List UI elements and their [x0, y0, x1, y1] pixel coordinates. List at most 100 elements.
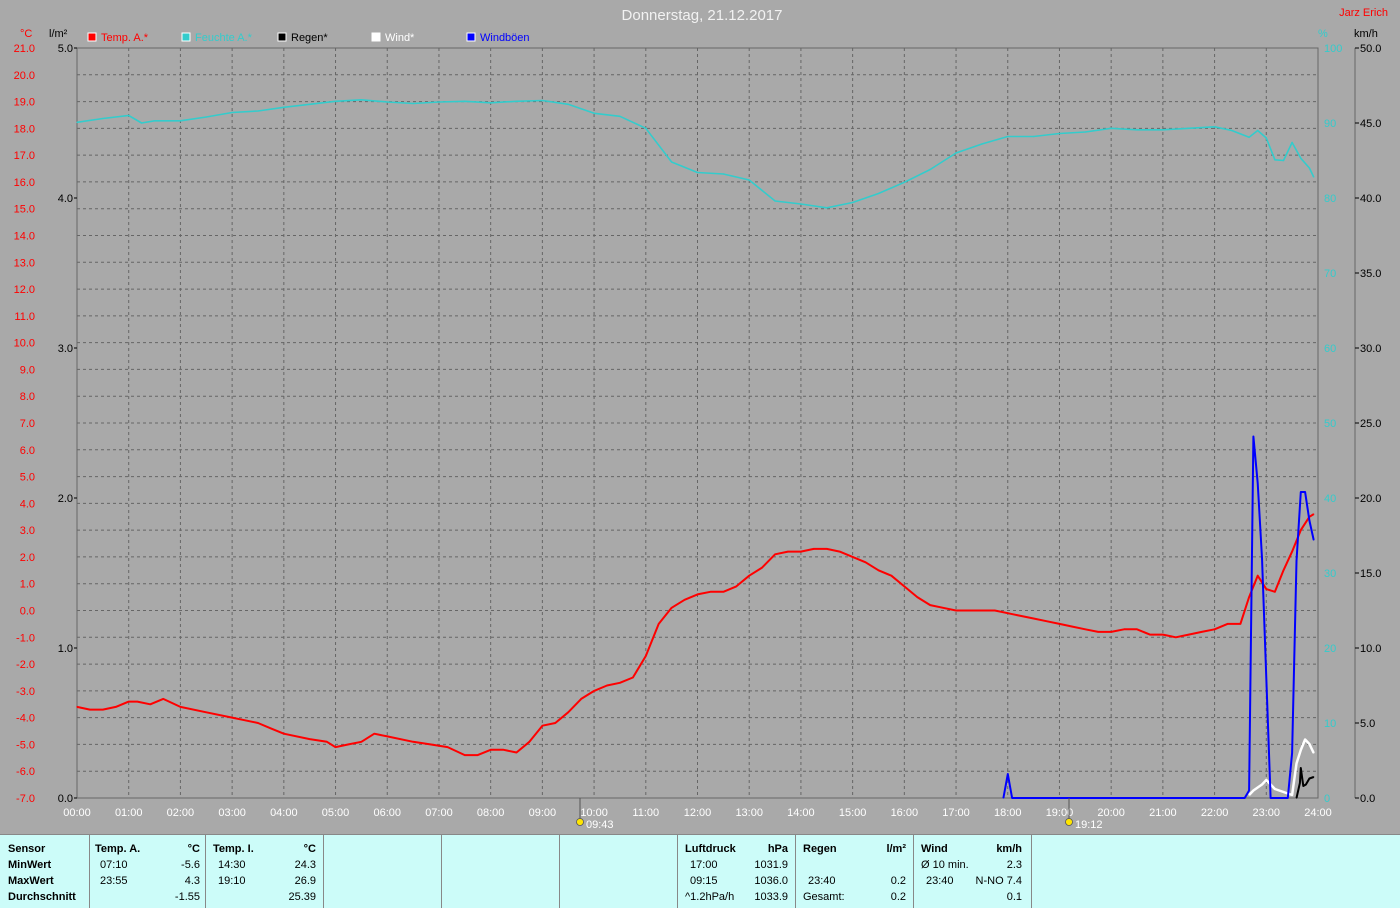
legend-label-temp: Temp. A.* [101, 32, 149, 44]
humidity-tick-label: 30 [1324, 568, 1336, 580]
data-point-windb-en [1248, 789, 1250, 792]
data-point-regen [1308, 777, 1310, 780]
rain-total-label: Gesamt: [803, 891, 845, 903]
row-label-min: MinWert [8, 859, 52, 871]
x-tick-label: 12:00 [684, 807, 712, 819]
data-point-temp-a [593, 690, 595, 692]
temp-i-min-time: 14:30 [218, 859, 246, 871]
x-tick-label: 00:00 [63, 807, 91, 819]
data-point-windb-en [1313, 539, 1315, 541]
data-point-feuchte-a [981, 143, 983, 145]
data-point-windb-en [1257, 482, 1259, 484]
data-point-temp-a [360, 741, 362, 743]
humidity-tick-label: 80 [1324, 193, 1336, 205]
x-tick-label: 08:00 [477, 807, 505, 819]
data-point-feuchte-a [567, 103, 569, 105]
pressure-unit: hPa [767, 843, 788, 855]
data-point-feuchte-a [1162, 129, 1164, 131]
x-tick-label: 06:00 [373, 807, 401, 819]
temp-tick-label: -7.0 [16, 793, 35, 805]
data-point-temp-a [1239, 623, 1241, 625]
rain-tick-label: 1.0 [58, 643, 73, 655]
data-point-feuchte-a [593, 112, 595, 114]
data-point-temp-a [955, 609, 957, 612]
data-point-regen [1295, 797, 1298, 799]
data-point-temp-a [981, 609, 983, 612]
x-tick-label: 09:00 [529, 807, 557, 819]
data-point-temp-a [1136, 628, 1138, 630]
data-point-temp-a [412, 741, 414, 743]
temp-tick-label: 17.0 [14, 150, 35, 162]
data-point-temp-a [515, 751, 518, 754]
humidity-tick-label: 70 [1324, 268, 1336, 280]
sunrise-icon [576, 818, 584, 826]
legend-label-gust: Windböen [480, 32, 530, 44]
data-point-temp-a [774, 553, 776, 555]
data-point-temp-a [373, 733, 375, 735]
humidity-tick-label: 10 [1324, 718, 1336, 730]
row-label-avg: Durchschnitt [8, 891, 76, 903]
x-tick-label: 18:00 [994, 807, 1022, 819]
data-point-temp-a [929, 604, 931, 606]
wind-tick-label: 25.0 [1360, 418, 1381, 430]
data-point-feuchte-a [1058, 132, 1061, 135]
x-tick-label: 14:00 [787, 807, 815, 819]
temp-tick-label: 1.0 [20, 579, 35, 591]
data-point-temp-a [580, 698, 582, 700]
data-point-temp-a [877, 569, 880, 571]
data-point-feuchte-a [515, 100, 518, 102]
data-point-wind [1291, 794, 1293, 796]
temp-tick-label: 13.0 [14, 257, 35, 269]
chart-title: Donnerstag, 21.12.2017 [622, 7, 783, 24]
wind-max-time: 23:40 [926, 875, 954, 887]
data-point-temp-a [231, 717, 233, 719]
data-point-feuchte-a [645, 127, 647, 129]
data-point-temp-a [244, 719, 246, 721]
temp-tick-label: 5.0 [20, 472, 35, 484]
data-point-feuchte-a [1007, 135, 1009, 138]
rain-tick-label: 2.0 [58, 493, 73, 505]
data-point-wind [1265, 779, 1267, 781]
temp-tick-label: 15.0 [14, 204, 35, 216]
temp-tick-label: -5.0 [16, 739, 35, 751]
wind-tick-label: 5.0 [1360, 718, 1375, 730]
humidity-tick-label: 50 [1324, 418, 1336, 430]
x-tick-label: 01:00 [115, 807, 143, 819]
x-tick-label: 20:00 [1097, 807, 1125, 819]
temp-tick-label: -6.0 [16, 766, 35, 778]
data-point-feuchte-a [903, 181, 905, 183]
data-point-temp-a [1020, 615, 1022, 617]
temp-tick-label: 19.0 [14, 97, 35, 109]
data-point-feuchte-a [438, 101, 440, 103]
data-point-temp-a [1071, 626, 1073, 628]
legend-swatch-wind [371, 32, 381, 42]
data-point-temp-a [1313, 513, 1315, 515]
data-point-temp-a [1110, 631, 1112, 633]
data-point-temp-a [1162, 634, 1164, 636]
pressure-title: Luftdruck [685, 843, 736, 855]
x-tick-label: 10:00 [580, 807, 608, 819]
data-point-feuchte-a [128, 114, 130, 117]
data-point-temp-a [826, 548, 828, 550]
data-point-temp-a [1257, 575, 1259, 577]
data-point-feuchte-a [360, 99, 362, 101]
data-point-feuchte-a [154, 120, 156, 122]
pressure-max: 1036.0 [754, 875, 788, 887]
pressure-avg: 1033.9 [754, 891, 788, 903]
data-point-feuchte-a [205, 116, 207, 118]
data-point-temp-a [722, 591, 725, 593]
data-point-temp-a [839, 551, 841, 553]
data-point-temp-a [735, 585, 737, 588]
temp-a-title: Temp. A. [95, 843, 141, 855]
temp-a-max: 4.3 [184, 875, 200, 887]
data-point-temp-a [429, 743, 431, 746]
data-point-feuchte-a [671, 161, 673, 163]
temp-tick-label: 7.0 [20, 418, 35, 430]
x-tick-label: 16:00 [891, 807, 919, 819]
legend-label-humidity: Feuchte A.* [195, 32, 253, 44]
data-point-temp-a [386, 735, 388, 738]
legend-swatch-temp [87, 32, 97, 42]
data-point-windb-en [1265, 677, 1267, 679]
data-point-feuchte-a [231, 111, 233, 114]
rain-tick-label: 4.0 [58, 193, 73, 205]
